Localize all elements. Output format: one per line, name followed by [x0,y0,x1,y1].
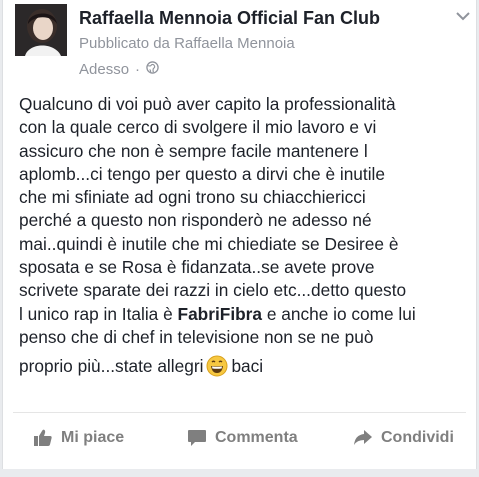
post-line: proprio più...state allegri baci [19,355,469,378]
comment-label: Commenta [215,429,298,446]
post-text-segment: l unico rap in Italia è [19,303,178,324]
comment-button[interactable]: Commenta [187,418,298,458]
meta-separator: · [135,61,141,78]
post-text-segment: proprio più...state allegri [19,356,204,377]
avatar[interactable] [15,4,67,56]
post-line: penso che di chef in televisione non se … [19,326,374,347]
chevron-down-icon[interactable] [455,9,471,21]
share-arrow-icon [354,430,372,445]
post-line: sposata e se Rosa è fidanzata..se avete … [19,257,375,278]
post-line: Qualcuno di voi può aver capito la profe… [19,94,396,114]
post-line: l unico rap in Italia è FabriFibra e anc… [19,303,469,326]
share-label: Condividi [381,429,454,446]
post-card: Raffaella Mennoia Official Fan Club Pubb… [2,0,477,477]
post-line: assicuro che non è sempre facile mantene… [19,140,368,161]
comment-icon [188,430,206,446]
post-author-subtitle[interactable]: Pubblicato da Raffaella Mennoia [79,35,295,52]
post-line: mai..quindi è inutile che mi chiediate s… [19,233,399,254]
post-line: perché a questo non risponderò ne adesso… [19,210,372,231]
post-line: scrivete sparate dei razzi in cielo etc.… [19,280,407,301]
post-actions-bar: Mi piace Commenta Condividi [3,418,478,458]
post-timestamp[interactable]: Adesso [79,61,129,78]
post-text-segment: baci [231,356,264,377]
actions-divider [13,412,466,413]
post-text-segment: e anche io come lui [262,303,416,324]
globe-icon[interactable] [146,61,159,78]
grinning-face-emoji-icon [206,355,228,377]
hashtag-link[interactable]: FabriFibra [178,304,263,324]
post-meta: Adesso · [79,61,159,78]
post-line: che mi sfiniate ad ogni trono su chiacch… [19,187,366,208]
page-name[interactable]: Raffaella Mennoia Official Fan Club [79,8,380,29]
feed-gap [0,469,479,477]
like-label: Mi piace [61,429,125,446]
share-button[interactable]: Condividi [353,418,454,458]
like-button[interactable]: Mi piace [33,418,124,458]
post-line: aplomb...ci tengo per questo a dirvi che… [19,163,386,184]
thumbs-up-icon [34,429,52,446]
post-line: con la quale cerco di svolgere il mio la… [19,117,377,138]
profile-photo [15,4,67,56]
post-body: Qualcuno di voi può aver capito la profe… [19,93,469,379]
